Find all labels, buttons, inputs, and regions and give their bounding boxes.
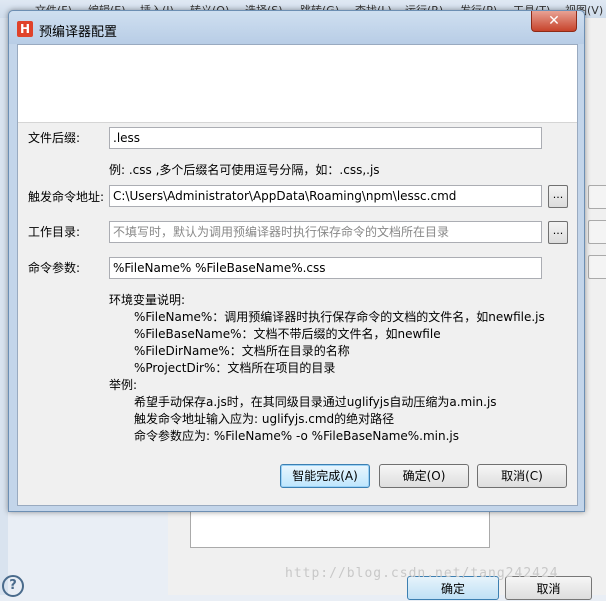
help-icon[interactable]: ? xyxy=(2,575,24,597)
background-side-button[interactable] xyxy=(588,220,606,244)
background-left-strip xyxy=(0,18,8,595)
dialog-client-area: 文件后缀: .less 例: .css ,多个后缀名可使用逗号分隔，如：.css… xyxy=(17,44,578,506)
background-side-button[interactable] xyxy=(588,255,606,279)
workdir-browse-button[interactable]: ... xyxy=(548,221,568,244)
env-var-line: %FileDirName%：文档所在目录的名称 xyxy=(134,344,350,358)
background-side-button[interactable] xyxy=(588,185,606,209)
background-right-strip xyxy=(583,18,606,595)
example-line: 命令参数应为: %FileName% -o %FileBaseName%.min… xyxy=(134,429,460,443)
command-path-label: 触发命令地址: xyxy=(28,190,105,204)
watermark: http://blog.csdn.net/tang242424 xyxy=(285,566,559,581)
dialog-titlebar[interactable]: H 预编译器配置 ✕ xyxy=(9,11,584,44)
dialog-title: 预编译器配置 xyxy=(39,25,118,40)
example-line: 触发命令地址输入应为: uglifyjs.cmd的绝对路径 xyxy=(134,412,395,426)
workdir-input[interactable]: 不填写时，默认为调用预编译器时执行保存命令的文档所在目录 xyxy=(109,221,542,243)
command-path-input[interactable]: C:\Users\Administrator\AppData\Roaming\n… xyxy=(109,185,542,207)
close-button[interactable]: ✕ xyxy=(531,11,577,32)
command-path-browse-button[interactable]: ... xyxy=(548,185,568,208)
example-title: 举例: xyxy=(109,378,138,392)
dialog-header-area xyxy=(18,45,577,123)
suffix-label: 文件后缀: xyxy=(28,131,81,145)
suffix-input[interactable]: .less xyxy=(109,127,542,149)
cancel-button[interactable]: 取消(C) xyxy=(477,464,567,488)
example-line: 希望手动保存a.js时，在其同级目录通过uglifyjs自动压缩为a.min.j… xyxy=(134,395,497,409)
env-var-line: %ProjectDir%：文档所在项目的目录 xyxy=(134,361,336,375)
workdir-label: 工作目录: xyxy=(28,225,81,239)
suffix-hint: 例: .css ,多个后缀名可使用逗号分隔，如：.css,.js xyxy=(109,163,380,177)
preprocessor-config-dialog: H 预编译器配置 ✕ 文件后缀: .less 例: .css ,多个后缀名可使用… xyxy=(8,10,585,512)
env-vars-title: 环境变量说明: xyxy=(109,293,186,307)
env-var-line: %FileBaseName%：文档不带后缀的文件名，如newfile xyxy=(134,327,441,341)
app-logo-icon: H xyxy=(17,21,33,37)
ok-button[interactable]: 确定(O) xyxy=(379,464,469,488)
autocomplete-button[interactable]: 智能完成(A) xyxy=(280,464,370,488)
args-input[interactable]: %FileName% %FileBaseName%.css xyxy=(109,257,542,279)
args-label: 命令参数: xyxy=(28,261,81,275)
env-var-line: %FileName%：调用预编译器时执行保存命令的文档的文件名，如newfile… xyxy=(134,310,545,324)
